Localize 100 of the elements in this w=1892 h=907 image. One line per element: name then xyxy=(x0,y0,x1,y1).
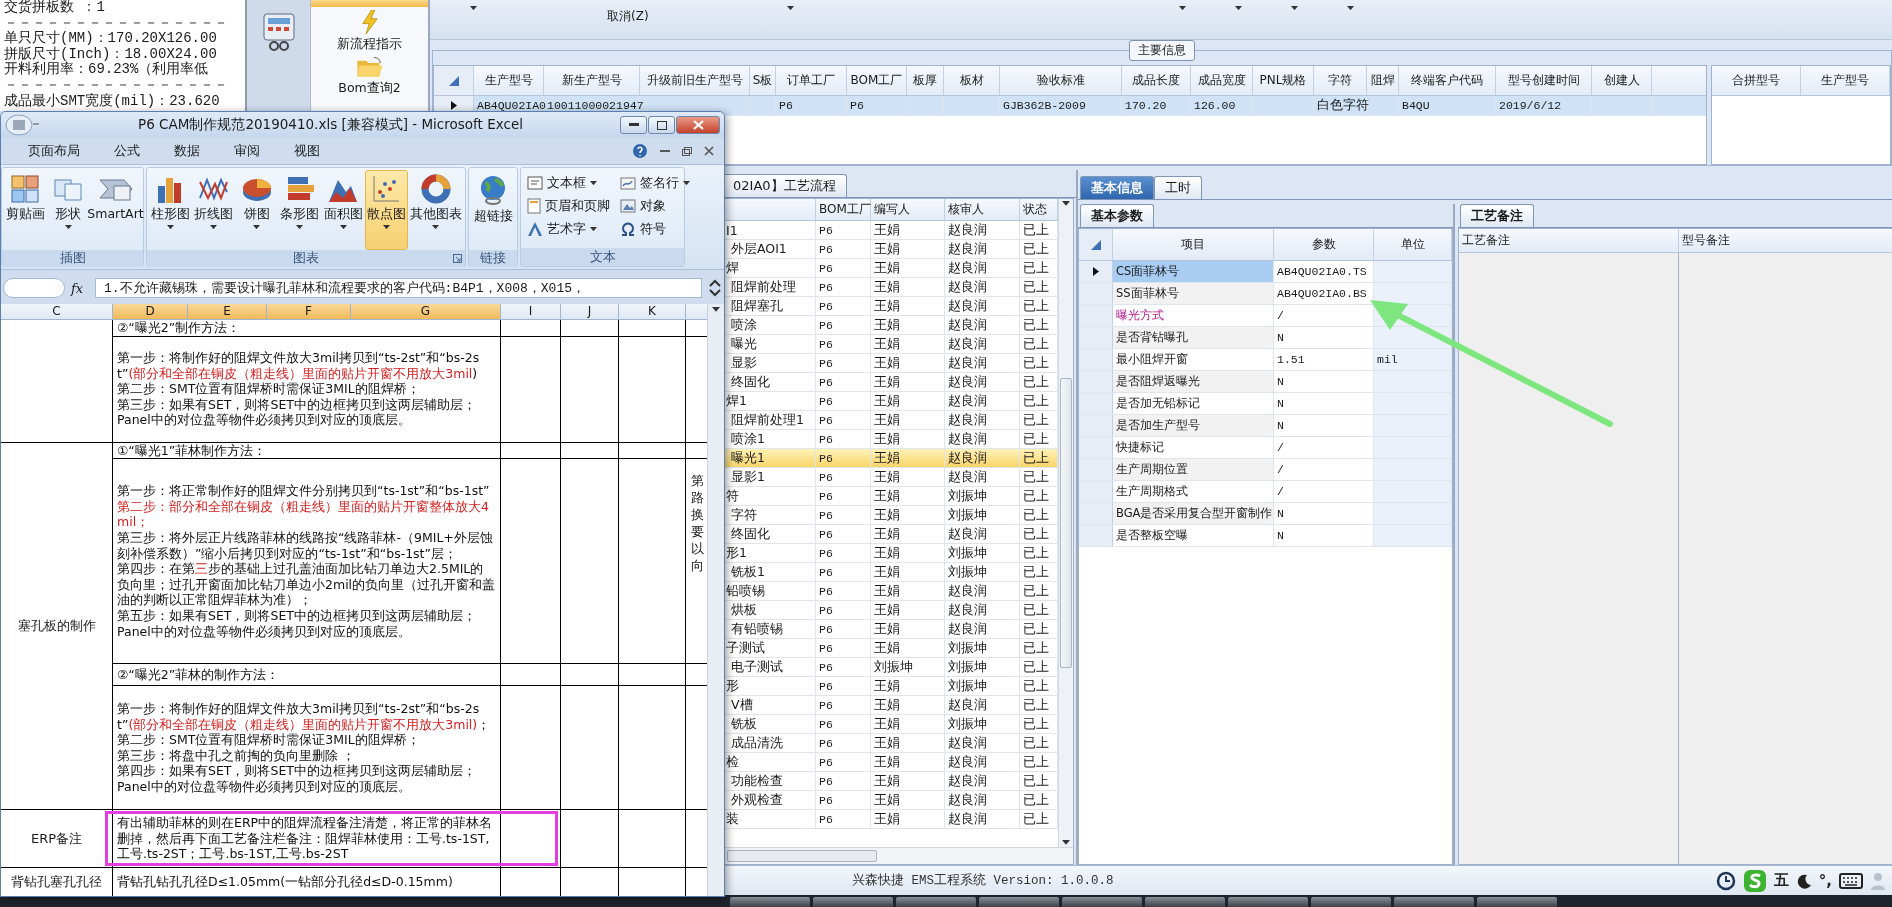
taskbar-button[interactable] xyxy=(1394,897,1474,907)
ribbon-button[interactable]: 对象 xyxy=(620,195,690,217)
table-row[interactable]: AB4QU02IA010011000021947 P6 P6 GJB362B-2009 170.20 126.00 白色字符 B4QU 2019/6/12 xyxy=(434,96,1706,116)
close-button[interactable] xyxy=(676,116,720,134)
taskbar-button[interactable] xyxy=(979,897,1059,907)
ribbon-button[interactable]: 其他图表 xyxy=(408,170,463,250)
ribbon-button[interactable]: 折线图 xyxy=(192,170,235,250)
table-row[interactable]: 功能检查 P6 王娟 赵良润 已上 xyxy=(723,772,1058,791)
column-header[interactable]: 字符 xyxy=(1314,66,1367,95)
scrollbar[interactable] xyxy=(1058,199,1073,847)
panel-tab[interactable]: 02IA0】工艺流程 xyxy=(722,174,847,197)
input-method-icon[interactable] xyxy=(1742,868,1767,893)
keyboard-icon[interactable] xyxy=(1839,872,1863,889)
column-header[interactable]: 编写人 xyxy=(871,199,945,220)
table-row[interactable]: 是否加生产型号 N xyxy=(1079,415,1452,437)
table-row[interactable]: BGA是否采用复合型开窗制作 N xyxy=(1079,503,1452,525)
ribbon-tab[interactable]: 页面布局 xyxy=(11,139,97,163)
ribbon-button[interactable]: 符号 xyxy=(620,218,690,240)
table-row[interactable]: 快捷标记 / xyxy=(1079,437,1452,459)
ribbon-button[interactable]: 形状 xyxy=(47,170,89,250)
column-header[interactable]: 项目 xyxy=(1113,229,1274,260)
ribbon-tab[interactable]: 公式 xyxy=(97,139,157,163)
panel-tab[interactable]: 基本参数 xyxy=(1080,204,1154,227)
table-row[interactable]: 喷涂1 P6 王娟 赵良润 已上 xyxy=(723,430,1058,449)
table-row[interactable]: 电子测试 P6 刘振坤 刘振坤 已上 xyxy=(723,658,1058,677)
column-header[interactable]: 板厚 xyxy=(907,66,944,95)
panel-tab[interactable]: 工艺备注 xyxy=(1460,204,1534,227)
column-header[interactable]: 订单工厂 xyxy=(776,66,847,95)
table-row[interactable]: 是否背钻曝孔 N xyxy=(1079,327,1452,349)
help-icon[interactable] xyxy=(632,143,648,159)
table-row[interactable]: 显影1 P6 王娟 赵良润 已上 xyxy=(723,468,1058,487)
table-row[interactable]: 成品清洗 P6 王娟 赵良润 已上 xyxy=(723,734,1058,753)
ribbon-button[interactable]: 饼图 xyxy=(235,170,278,250)
table-row[interactable]: 显影 P6 王娟 赵良润 已上 xyxy=(723,354,1058,373)
table-row[interactable]: 检 P6 王娟 赵良润 已上 xyxy=(723,753,1058,772)
column-header[interactable]: S板 xyxy=(750,66,776,95)
column-header[interactable]: PNL规格 xyxy=(1253,66,1314,95)
column-header[interactable]: C xyxy=(1,304,113,320)
taskbar-button[interactable] xyxy=(1228,897,1308,907)
close-icon[interactable] xyxy=(704,146,714,156)
table-row[interactable]: 是否整板空曝 N xyxy=(1079,525,1452,547)
column-header[interactable]: 单位 xyxy=(1374,229,1452,260)
column-header[interactable]: I xyxy=(501,304,561,320)
taskbar-button[interactable] xyxy=(813,897,893,907)
expand-icon[interactable] xyxy=(708,279,722,297)
column-header[interactable]: 验收标准 xyxy=(1000,66,1122,95)
ribbon-button[interactable]: 条形图 xyxy=(278,170,321,250)
ribbon-button[interactable]: 散点图 xyxy=(365,170,408,250)
column-header[interactable] xyxy=(686,304,707,320)
ribbon-tab[interactable]: 审阅 xyxy=(217,139,277,163)
column-header[interactable]: F xyxy=(267,304,351,320)
maximize-button[interactable] xyxy=(648,116,675,134)
table-row[interactable]: 外观检查 P6 王娟 赵良润 已上 xyxy=(723,791,1058,810)
taskbar-button[interactable] xyxy=(1145,897,1225,907)
column-header[interactable]: 参数 xyxy=(1274,229,1374,260)
minimize-icon[interactable] xyxy=(660,149,670,153)
table-row[interactable]: 终固化 P6 王娟 赵良润 已上 xyxy=(723,525,1058,544)
table-row[interactable]: 曝光 P6 王娟 赵良润 已上 xyxy=(723,335,1058,354)
taskbar-button[interactable] xyxy=(730,897,810,907)
ribbon-button[interactable]: 文本框 xyxy=(527,172,610,194)
column-header[interactable]: 阻焊 xyxy=(1367,66,1399,95)
ribbon-button[interactable]: 柱形图 xyxy=(149,170,192,250)
taskbar-button[interactable] xyxy=(896,897,976,907)
table-row[interactable]: 终固化 P6 王娟 赵良润 已上 xyxy=(723,373,1058,392)
table-row[interactable]: V槽 P6 王娟 赵良润 已上 xyxy=(723,696,1058,715)
table-row[interactable]: 外层AOI1 P6 王娟 赵良润 已上 xyxy=(723,240,1058,259)
ribbon-tab[interactable]: 视图 xyxy=(277,139,337,163)
table-row[interactable]: 形 P6 王娟 刘振坤 已上 xyxy=(723,677,1058,696)
column-header[interactable]: 成品宽度 xyxy=(1191,66,1253,95)
calculator-icon[interactable] xyxy=(260,12,297,52)
column-header[interactable]: 成品长度 xyxy=(1122,66,1191,95)
ribbon-button[interactable]: 页眉和页脚 xyxy=(527,195,610,217)
ribbon-button[interactable]: 艺术字 xyxy=(527,218,610,240)
column-header[interactable]: 新生产型号 xyxy=(544,66,640,95)
nav-item[interactable]: 新流程指示 xyxy=(311,10,428,53)
table-row[interactable]: 阻焊前处理1 P6 王娟 赵良润 已上 xyxy=(723,411,1058,430)
table-row[interactable]: 曝光方式 / xyxy=(1079,305,1452,327)
table-row[interactable]: 铣板1 P6 王娟 刘振坤 已上 xyxy=(723,563,1058,582)
table-row[interactable]: 字符 P6 王娟 刘振坤 已上 xyxy=(723,506,1058,525)
table-row[interactable]: 阻焊前处理 P6 王娟 赵良润 已上 xyxy=(723,278,1058,297)
table-row[interactable]: 烘板 P6 王娟 赵良润 已上 xyxy=(723,601,1058,620)
column-header[interactable]: 核审人 xyxy=(945,199,1020,220)
taskbar-button[interactable] xyxy=(1477,897,1557,907)
taskbar-button[interactable] xyxy=(1062,897,1142,907)
column-header[interactable]: J xyxy=(561,304,619,320)
table-row[interactable]: 最小阻焊开窗 1.51 mil xyxy=(1079,349,1452,371)
table-row[interactable]: 是否加无铅标记 N xyxy=(1079,393,1452,415)
table-row[interactable]: I1 P6 王娟 赵良润 已上 xyxy=(723,221,1058,240)
nav-item[interactable]: Bom查询2 xyxy=(311,56,428,97)
table-row[interactable]: CS面菲林号 AB4QU02IA0.TS xyxy=(1079,261,1452,283)
column-header[interactable]: 终端客户代码 xyxy=(1399,66,1496,95)
formula-field[interactable]: 1.不允许藏锡珠，需要设计曝孔菲林和流程要求的客户代码:B4P1，X008，X015， xyxy=(95,278,702,298)
table-row[interactable]: 装 P6 王娟 赵良润 已上 xyxy=(723,810,1058,829)
table-row[interactable]: 生产周期格式 / xyxy=(1079,481,1452,503)
column-header[interactable]: K xyxy=(619,304,686,320)
table-row[interactable]: SS面菲林号 AB4QU02IA0.BS xyxy=(1079,283,1452,305)
minimize-button[interactable] xyxy=(620,116,647,134)
table-row[interactable]: 是否阻焊返曝光 N xyxy=(1079,371,1452,393)
ribbon-button[interactable]: 面积图 xyxy=(321,170,365,250)
table-row[interactable]: 铅喷锡 P6 王娟 赵良润 已上 xyxy=(723,582,1058,601)
